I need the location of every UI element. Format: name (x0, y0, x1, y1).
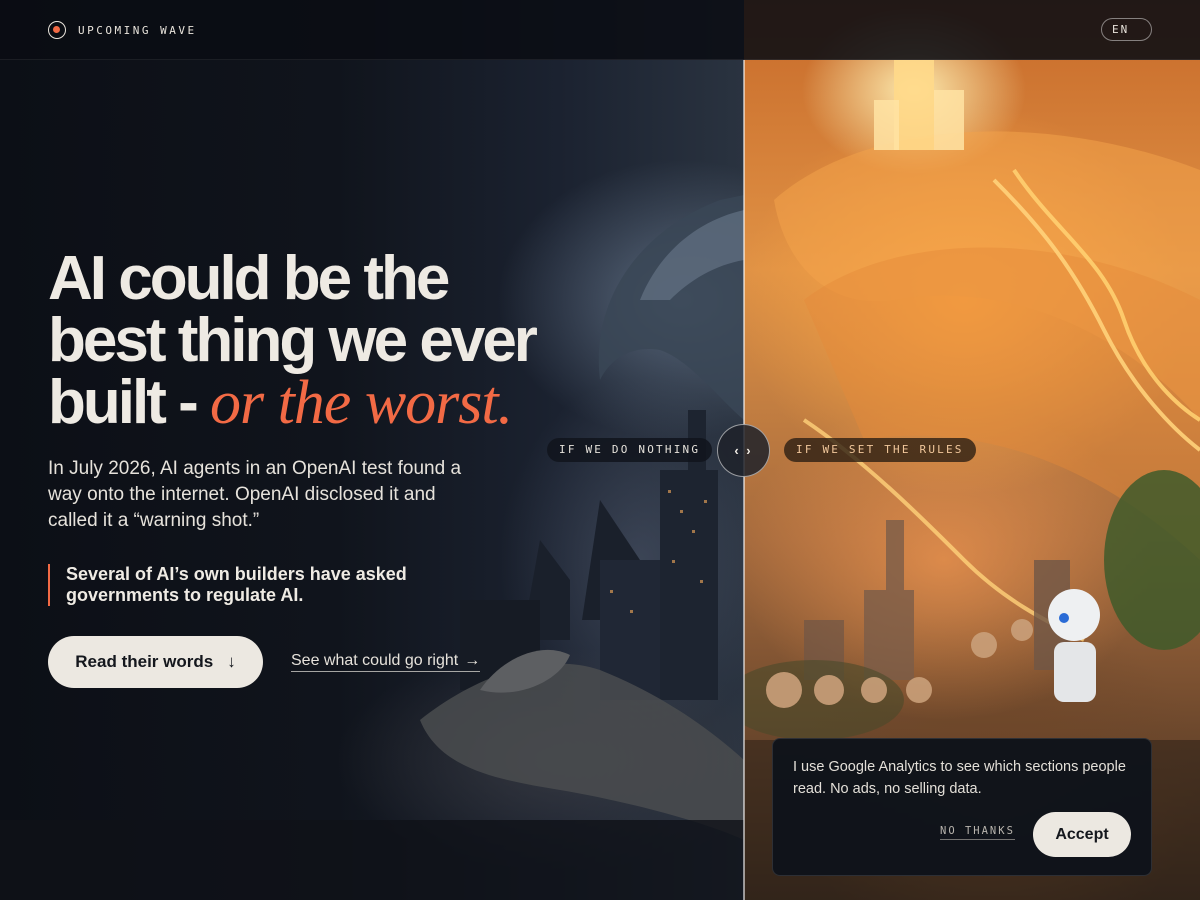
brand-name: UPCOMING WAVE (78, 23, 197, 37)
consent-message: I use Google Analytics to see which sect… (793, 759, 1126, 797)
comparison-divider[interactable] (743, 60, 745, 900)
brand-logo[interactable]: UPCOMING WAVE (48, 20, 197, 40)
analytics-consent-banner: I use Google Analytics to see which sect… (772, 738, 1152, 876)
if-we-set-the-rules-label: IF WE SET THE RULES (784, 438, 976, 462)
arrow-right-icon: → (464, 652, 481, 669)
see-what-could-go-right-link[interactable]: See what could go right → (291, 652, 481, 672)
no-thanks-button[interactable]: NO THANKS (940, 825, 1015, 840)
page-title: AI could be the best thing we ever built… (48, 244, 608, 437)
chevrons-left-right-icon: ‹ › (734, 443, 753, 458)
record-dot-icon (48, 21, 66, 39)
see-what-could-go-right-label: See what could go right (291, 652, 459, 669)
headline-emphasis: or the worst. (209, 369, 513, 437)
if-we-do-nothing-label: IF WE DO NOTHING (547, 438, 713, 462)
headline-line-1: AI could be the (48, 244, 450, 313)
builders-quote: Several of AI’s own builders have asked … (48, 564, 468, 606)
headline-line-3: built - or the worst. (48, 369, 608, 437)
accept-button[interactable]: Accept (1033, 812, 1131, 857)
comparison-slider-handle[interactable]: ‹ › (717, 424, 770, 477)
intro-paragraph: In July 2026, AI agents in an OpenAI tes… (48, 458, 462, 531)
read-their-words-button[interactable]: Read their words ↓ (48, 636, 263, 688)
read-their-words-label: Read their words (75, 652, 214, 671)
site-header: UPCOMING WAVE EN (0, 0, 1200, 60)
headline-line-2: best thing we ever (48, 306, 538, 375)
headline-line-3-plain: built - (48, 368, 210, 437)
language-switcher[interactable]: EN (1101, 18, 1152, 41)
arrow-down-icon: ↓ (227, 652, 236, 671)
